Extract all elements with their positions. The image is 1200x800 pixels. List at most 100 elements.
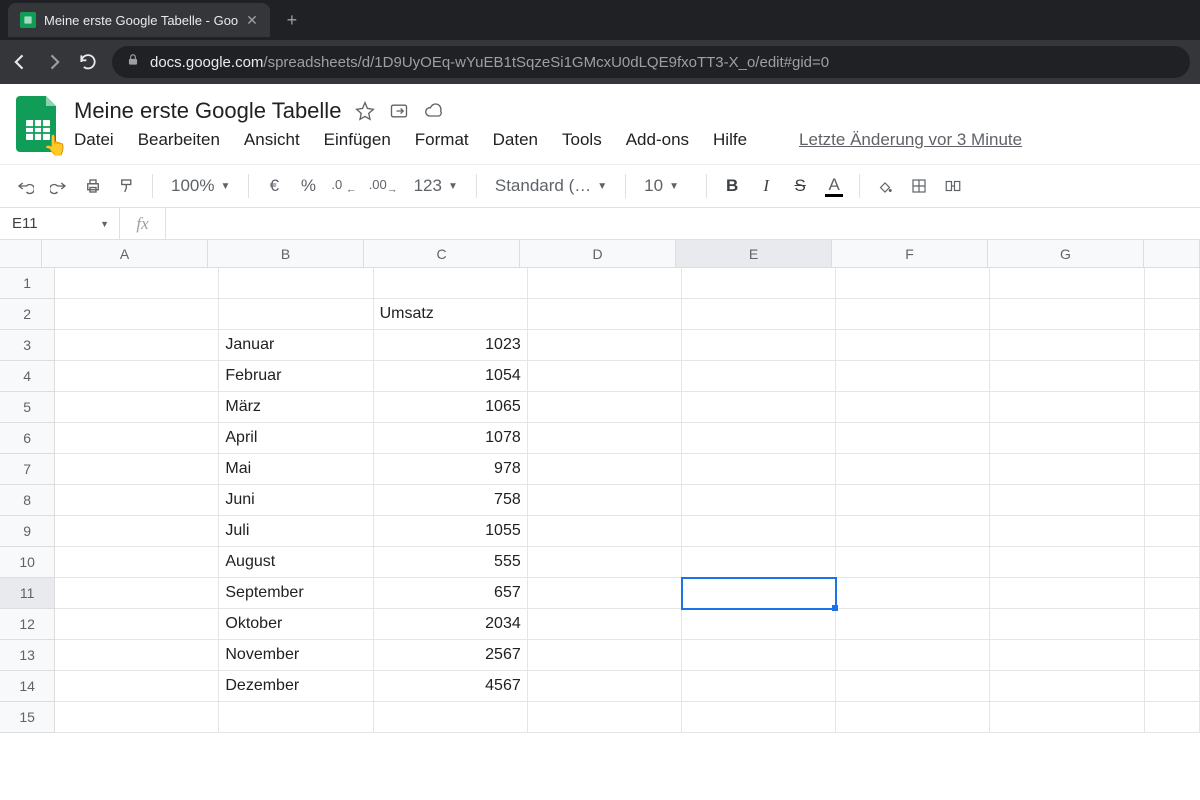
cell-C14[interactable]: 4567 <box>374 671 528 702</box>
row-header-13[interactable]: 13 <box>0 640 55 671</box>
cell-A4[interactable] <box>55 361 219 392</box>
cell-B7[interactable]: Mai <box>219 454 373 485</box>
cell-C6[interactable]: 1078 <box>374 423 528 454</box>
cell-pad-2[interactable] <box>1145 299 1200 330</box>
cell-A15[interactable] <box>55 702 219 733</box>
cell-D12[interactable] <box>528 609 682 640</box>
cell-C4[interactable]: 1054 <box>374 361 528 392</box>
cell-E14[interactable] <box>682 671 836 702</box>
decrease-decimal-button[interactable]: .0 ← <box>327 171 360 201</box>
increase-decimal-button[interactable]: .00→ <box>365 171 402 201</box>
print-button[interactable] <box>78 171 108 201</box>
row-header-4[interactable]: 4 <box>0 361 55 392</box>
cell-F15[interactable] <box>836 702 990 733</box>
cell-A12[interactable] <box>55 609 219 640</box>
cell-G15[interactable] <box>990 702 1144 733</box>
cell-A9[interactable] <box>55 516 219 547</box>
borders-button[interactable] <box>904 171 934 201</box>
cell-F10[interactable] <box>836 547 990 578</box>
cell-E12[interactable] <box>682 609 836 640</box>
cell-D5[interactable] <box>528 392 682 423</box>
cell-G3[interactable] <box>990 330 1144 361</box>
text-color-button[interactable]: A <box>819 171 849 201</box>
cell-pad-5[interactable] <box>1145 392 1200 423</box>
cell-pad-10[interactable] <box>1145 547 1200 578</box>
doc-title[interactable]: Meine erste Google Tabelle <box>74 98 341 124</box>
cell-G10[interactable] <box>990 547 1144 578</box>
cell-A5[interactable] <box>55 392 219 423</box>
last-edit-link[interactable]: Letzte Änderung vor 3 Minute <box>799 130 1022 150</box>
menu-bearbeiten[interactable]: Bearbeiten <box>138 130 220 150</box>
cell-C10[interactable]: 555 <box>374 547 528 578</box>
cell-F4[interactable] <box>836 361 990 392</box>
cell-E5[interactable] <box>682 392 836 423</box>
font-family-dropdown[interactable]: Standard (…▼ <box>487 171 615 201</box>
cell-B11[interactable]: September <box>219 578 373 609</box>
cell-F12[interactable] <box>836 609 990 640</box>
cell-C3[interactable]: 1023 <box>374 330 528 361</box>
zoom-dropdown[interactable]: 100%▼ <box>163 171 238 201</box>
cell-pad-12[interactable] <box>1145 609 1200 640</box>
row-header-10[interactable]: 10 <box>0 547 55 578</box>
cell-F5[interactable] <box>836 392 990 423</box>
cell-E10[interactable] <box>682 547 836 578</box>
cell-B10[interactable]: August <box>219 547 373 578</box>
paint-format-button[interactable] <box>112 171 142 201</box>
cell-B9[interactable]: Juli <box>219 516 373 547</box>
format-percent-button[interactable]: % <box>293 171 323 201</box>
menu-einfügen[interactable]: Einfügen <box>324 130 391 150</box>
reload-button[interactable] <box>78 52 98 72</box>
cell-G8[interactable] <box>990 485 1144 516</box>
row-header-8[interactable]: 8 <box>0 485 55 516</box>
row-header-11[interactable]: 11 <box>0 578 55 609</box>
cell-C8[interactable]: 758 <box>374 485 528 516</box>
cell-pad-4[interactable] <box>1145 361 1200 392</box>
undo-button[interactable] <box>10 171 40 201</box>
cell-B15[interactable] <box>219 702 373 733</box>
row-header-1[interactable]: 1 <box>0 268 55 299</box>
cell-C12[interactable]: 2034 <box>374 609 528 640</box>
cell-pad-1[interactable] <box>1145 268 1200 299</box>
cell-pad-14[interactable] <box>1145 671 1200 702</box>
cell-D11[interactable] <box>528 578 682 609</box>
redo-button[interactable] <box>44 171 74 201</box>
cell-A7[interactable] <box>55 454 219 485</box>
row-header-14[interactable]: 14 <box>0 671 55 702</box>
cell-E9[interactable] <box>682 516 836 547</box>
row-header-5[interactable]: 5 <box>0 392 55 423</box>
sheets-logo[interactable]: 👆 <box>14 94 62 154</box>
cell-D9[interactable] <box>528 516 682 547</box>
new-tab-button[interactable]: + <box>278 6 306 34</box>
select-all-corner[interactable] <box>0 240 42 268</box>
cell-A10[interactable] <box>55 547 219 578</box>
cell-B12[interactable]: Oktober <box>219 609 373 640</box>
cell-E2[interactable] <box>682 299 836 330</box>
menu-tools[interactable]: Tools <box>562 130 602 150</box>
cell-A13[interactable] <box>55 640 219 671</box>
cell-F3[interactable] <box>836 330 990 361</box>
bold-button[interactable]: B <box>717 171 747 201</box>
menu-ansicht[interactable]: Ansicht <box>244 130 300 150</box>
row-header-7[interactable]: 7 <box>0 454 55 485</box>
cell-E7[interactable] <box>682 454 836 485</box>
cell-pad-6[interactable] <box>1145 423 1200 454</box>
cell-D4[interactable] <box>528 361 682 392</box>
cell-F6[interactable] <box>836 423 990 454</box>
cell-A3[interactable] <box>55 330 219 361</box>
cell-F7[interactable] <box>836 454 990 485</box>
cell-D6[interactable] <box>528 423 682 454</box>
cell-G14[interactable] <box>990 671 1144 702</box>
cell-E4[interactable] <box>682 361 836 392</box>
cell-C9[interactable]: 1055 <box>374 516 528 547</box>
cell-F11[interactable] <box>836 578 990 609</box>
row-header-12[interactable]: 12 <box>0 609 55 640</box>
menu-format[interactable]: Format <box>415 130 469 150</box>
fill-color-button[interactable] <box>870 171 900 201</box>
cell-D14[interactable] <box>528 671 682 702</box>
cell-G11[interactable] <box>990 578 1144 609</box>
cell-B6[interactable]: April <box>219 423 373 454</box>
number-format-dropdown[interactable]: 123▼ <box>406 171 466 201</box>
cell-pad-7[interactable] <box>1145 454 1200 485</box>
cloud-status-icon[interactable] <box>423 101 445 121</box>
format-currency-button[interactable]: € <box>259 171 289 201</box>
